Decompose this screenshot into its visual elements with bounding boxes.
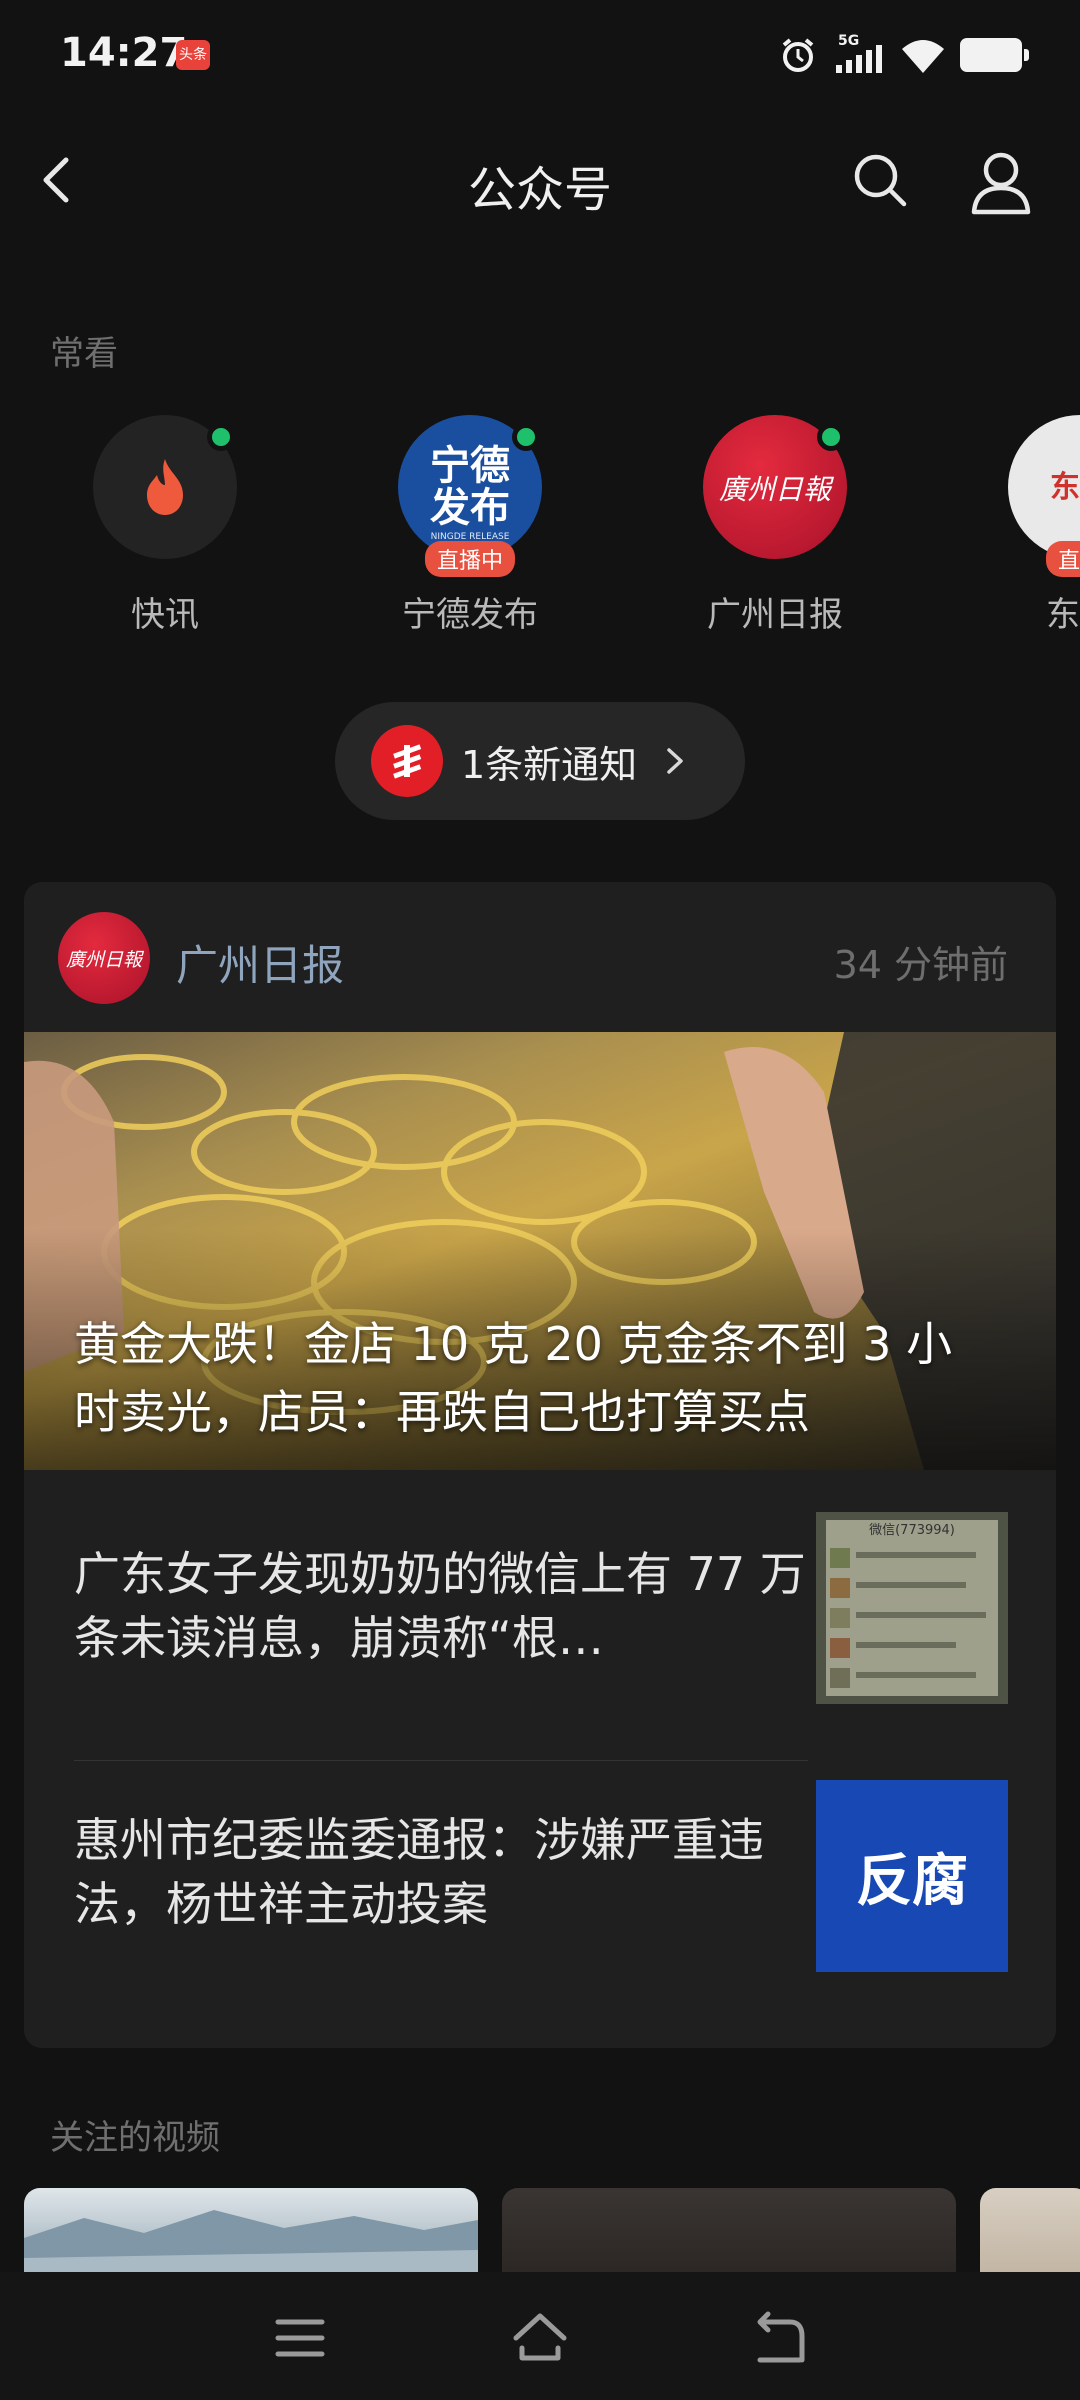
wifi-icon xyxy=(902,40,944,73)
dongnan-logo-icon: 东南 xyxy=(1050,470,1080,505)
source-name: 广州日报 xyxy=(176,941,345,990)
video-thumbnail[interactable] xyxy=(24,2188,478,2278)
avatar: 宁德 发布 NINGDE RELEASE 直播中 xyxy=(398,415,542,577)
flame-icon xyxy=(147,459,183,515)
signal-icon: 5G xyxy=(832,33,886,75)
avatar: 东南 直播 xyxy=(1008,415,1080,577)
search-icon[interactable] xyxy=(850,150,910,210)
frequent-item-label: 宁德发布 xyxy=(402,595,538,635)
svg-text:廣州日報: 廣州日報 xyxy=(66,949,145,971)
list-item[interactable]: 惠州市纪委监委通报：涉嫌严重违法，杨世祥主动投案 反腐 xyxy=(24,1764,1056,1994)
profile-icon[interactable] xyxy=(968,150,1034,216)
svg-text:微信(773994): 微信(773994) xyxy=(869,1523,955,1538)
frequent-item-guangzhou-daily[interactable]: 廣州日報 广州日报 xyxy=(660,415,890,636)
frequent-item-label: 东南 xyxy=(1046,595,1080,635)
battery-icon xyxy=(960,38,1029,72)
toutiao-logo-icon xyxy=(371,725,443,797)
online-indicator xyxy=(512,423,540,451)
list-item[interactable]: 广东女子发现奶奶的微信上有 77 万条未读消息，崩溃称“根… 微信(773994… xyxy=(24,1498,1056,1728)
account-article-card: 廣州日報 广州日报 34 分钟前 黄金大跌！金店 10 克 20 克金条不到 3… xyxy=(24,882,1056,2048)
new-notification-button[interactable]: 1条新通知 xyxy=(335,702,745,820)
guangzhou-daily-logo-icon: 廣州日報 xyxy=(719,473,835,506)
publish-time: 34 分钟前 xyxy=(833,943,1008,987)
divider xyxy=(74,1760,808,1761)
online-indicator xyxy=(817,423,845,451)
frequent-item-kuaixun[interactable]: 快讯 xyxy=(50,415,280,636)
chevron-right-icon xyxy=(667,748,683,774)
svg-text:宁德: 宁德 xyxy=(430,443,510,489)
frequent-item-label: 广州日报 xyxy=(707,595,843,635)
frequent-item-ningde[interactable]: 宁德 发布 NINGDE RELEASE 直播中 宁德发布 xyxy=(355,415,585,636)
news-thumbnail: 微信(773994) xyxy=(816,1512,1008,1704)
hero-article[interactable]: 黄金大跌！金店 10 克 20 克金条不到 3 小时卖光，店员：再跌自己也打算买… xyxy=(24,1032,1056,1470)
hero-article-title: 黄金大跌！金店 10 克 20 克金条不到 3 小时卖光，店员：再跌自己也打算买… xyxy=(74,1317,953,1439)
video-thumbnail[interactable] xyxy=(980,2188,1080,2278)
news-thumbnail: 反腐 xyxy=(816,1780,1008,1972)
avatar xyxy=(93,415,237,559)
status-bar: 14:27 头条 5G xyxy=(0,0,1080,110)
source-avatar: 廣州日報 xyxy=(58,912,150,1004)
alarm-icon xyxy=(782,38,814,72)
frequent-item-label: 快讯 xyxy=(131,595,199,635)
header: 公众号 xyxy=(0,130,1080,230)
avatar: 廣州日報 xyxy=(703,415,847,559)
menu-icon[interactable] xyxy=(270,2308,330,2368)
svg-text:廣州日報: 廣州日報 xyxy=(719,473,835,506)
news-title: 惠州市纪委监委通报：涉嫌严重违法，杨世祥主动投案 xyxy=(74,1813,764,1931)
video-thumbnail[interactable] xyxy=(502,2188,956,2278)
live-badge: 直播 xyxy=(1045,541,1080,577)
live-badge: 直播中 xyxy=(424,541,516,577)
section-label-videos: 关注的视频 xyxy=(50,2118,220,2158)
status-icons: 5G xyxy=(778,32,1029,78)
frequent-accounts-row: 快讯 宁德 发布 NINGDE RELEASE 直播中 宁德发布 廣州日報 广州… xyxy=(0,415,1080,655)
section-label-frequent: 常看 xyxy=(50,334,118,374)
page-title: 公众号 xyxy=(467,162,612,218)
notification-text: 1条新通知 xyxy=(461,742,638,787)
online-indicator xyxy=(207,423,235,451)
system-nav-bar xyxy=(0,2272,1080,2400)
card-header[interactable]: 廣州日報 广州日报 34 分钟前 xyxy=(24,882,1056,1032)
back-nav-icon[interactable] xyxy=(750,2308,810,2368)
frequent-item-dongnan[interactable]: 东南 直播 东南 xyxy=(965,415,1080,636)
status-time: 14:27 xyxy=(60,30,188,76)
news-title: 广东女子发现奶奶的微信上有 77 万条未读消息，崩溃称“根… xyxy=(74,1547,806,1665)
home-icon[interactable] xyxy=(510,2308,570,2368)
svg-text:发布: 发布 xyxy=(430,485,510,531)
guangzhou-daily-logo-icon: 廣州日報 xyxy=(66,949,145,971)
app-notification-icon: 头条 xyxy=(176,40,210,70)
followed-videos-row xyxy=(0,2188,1080,2278)
svg-text:东南: 东南 xyxy=(1050,470,1080,505)
